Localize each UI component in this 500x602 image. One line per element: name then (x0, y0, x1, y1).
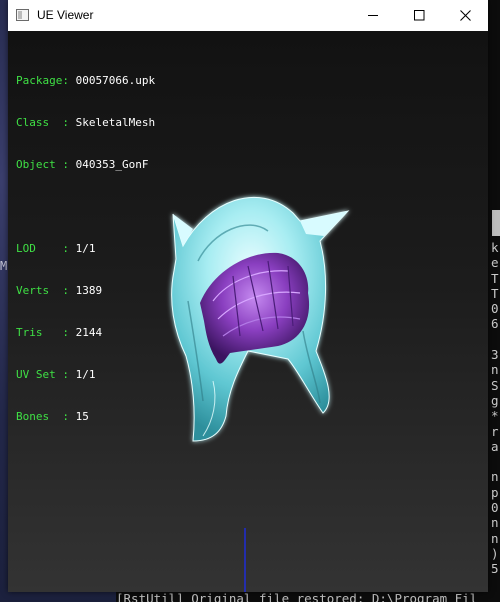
info-tris: Tris : 2144 (16, 326, 103, 339)
console-scrollbar-thumb[interactable] (492, 210, 500, 236)
info-object: Object : 040353_GonF (16, 158, 149, 171)
console-line: a (491, 438, 499, 454)
desktop-edge-text: M (0, 259, 8, 273)
info-class: Class : SkeletalMesh (16, 116, 156, 129)
console-line: T (491, 285, 499, 301)
close-button[interactable] (442, 0, 488, 31)
title-bar[interactable]: UE Viewer (8, 0, 488, 31)
console-line: n (491, 469, 499, 485)
minimize-icon (367, 15, 378, 16)
console-line: 5 (491, 561, 499, 577)
maximize-button[interactable] (396, 0, 442, 31)
console-line: T (491, 270, 499, 286)
console-last-line: [RstUtil] Original file restored: D:\Pro… (116, 592, 500, 602)
console-line: * (491, 408, 499, 424)
console-line: 6 (491, 316, 499, 332)
console-line: 3 (491, 347, 499, 363)
app-icon (16, 9, 29, 21)
ue-viewer-window: UE Viewer Package: 00057066.upk Class: … (8, 0, 488, 592)
3d-viewport[interactable]: Package: 00057066.upk Class : SkeletalMe… (8, 31, 488, 592)
console-line: 0 (491, 301, 499, 317)
info-verts: Verts : 1389 (16, 284, 103, 297)
info-package: Package: 00057066.upk (16, 74, 156, 87)
console-line: n (491, 362, 499, 378)
console-line: n (491, 515, 499, 531)
console-line: S (491, 377, 499, 393)
minimize-button[interactable] (350, 0, 396, 31)
console-line: k (491, 240, 499, 255)
console-line: g (491, 392, 499, 408)
console-line: 0 (491, 500, 499, 516)
console-line: n (491, 530, 499, 546)
close-icon (459, 10, 471, 21)
info-bones: Bones : 15 (16, 410, 89, 423)
console-text-column: k e T T 0 6 3 n Sg * r a n p 0 n n) 5 (491, 240, 500, 577)
console-line: p (491, 484, 499, 500)
maximize-icon (413, 10, 424, 21)
console-line: r (491, 423, 499, 439)
info-lod: LOD : 1/1 (16, 242, 96, 255)
mesh-info-panel: Package: 00057066.upk Class : SkeletalMe… (16, 46, 155, 452)
console-line: e (491, 255, 499, 271)
console-line: ) (491, 545, 499, 561)
info-uvset: UV Set : 1/1 (16, 368, 96, 381)
window-title: UE Viewer (37, 8, 94, 22)
